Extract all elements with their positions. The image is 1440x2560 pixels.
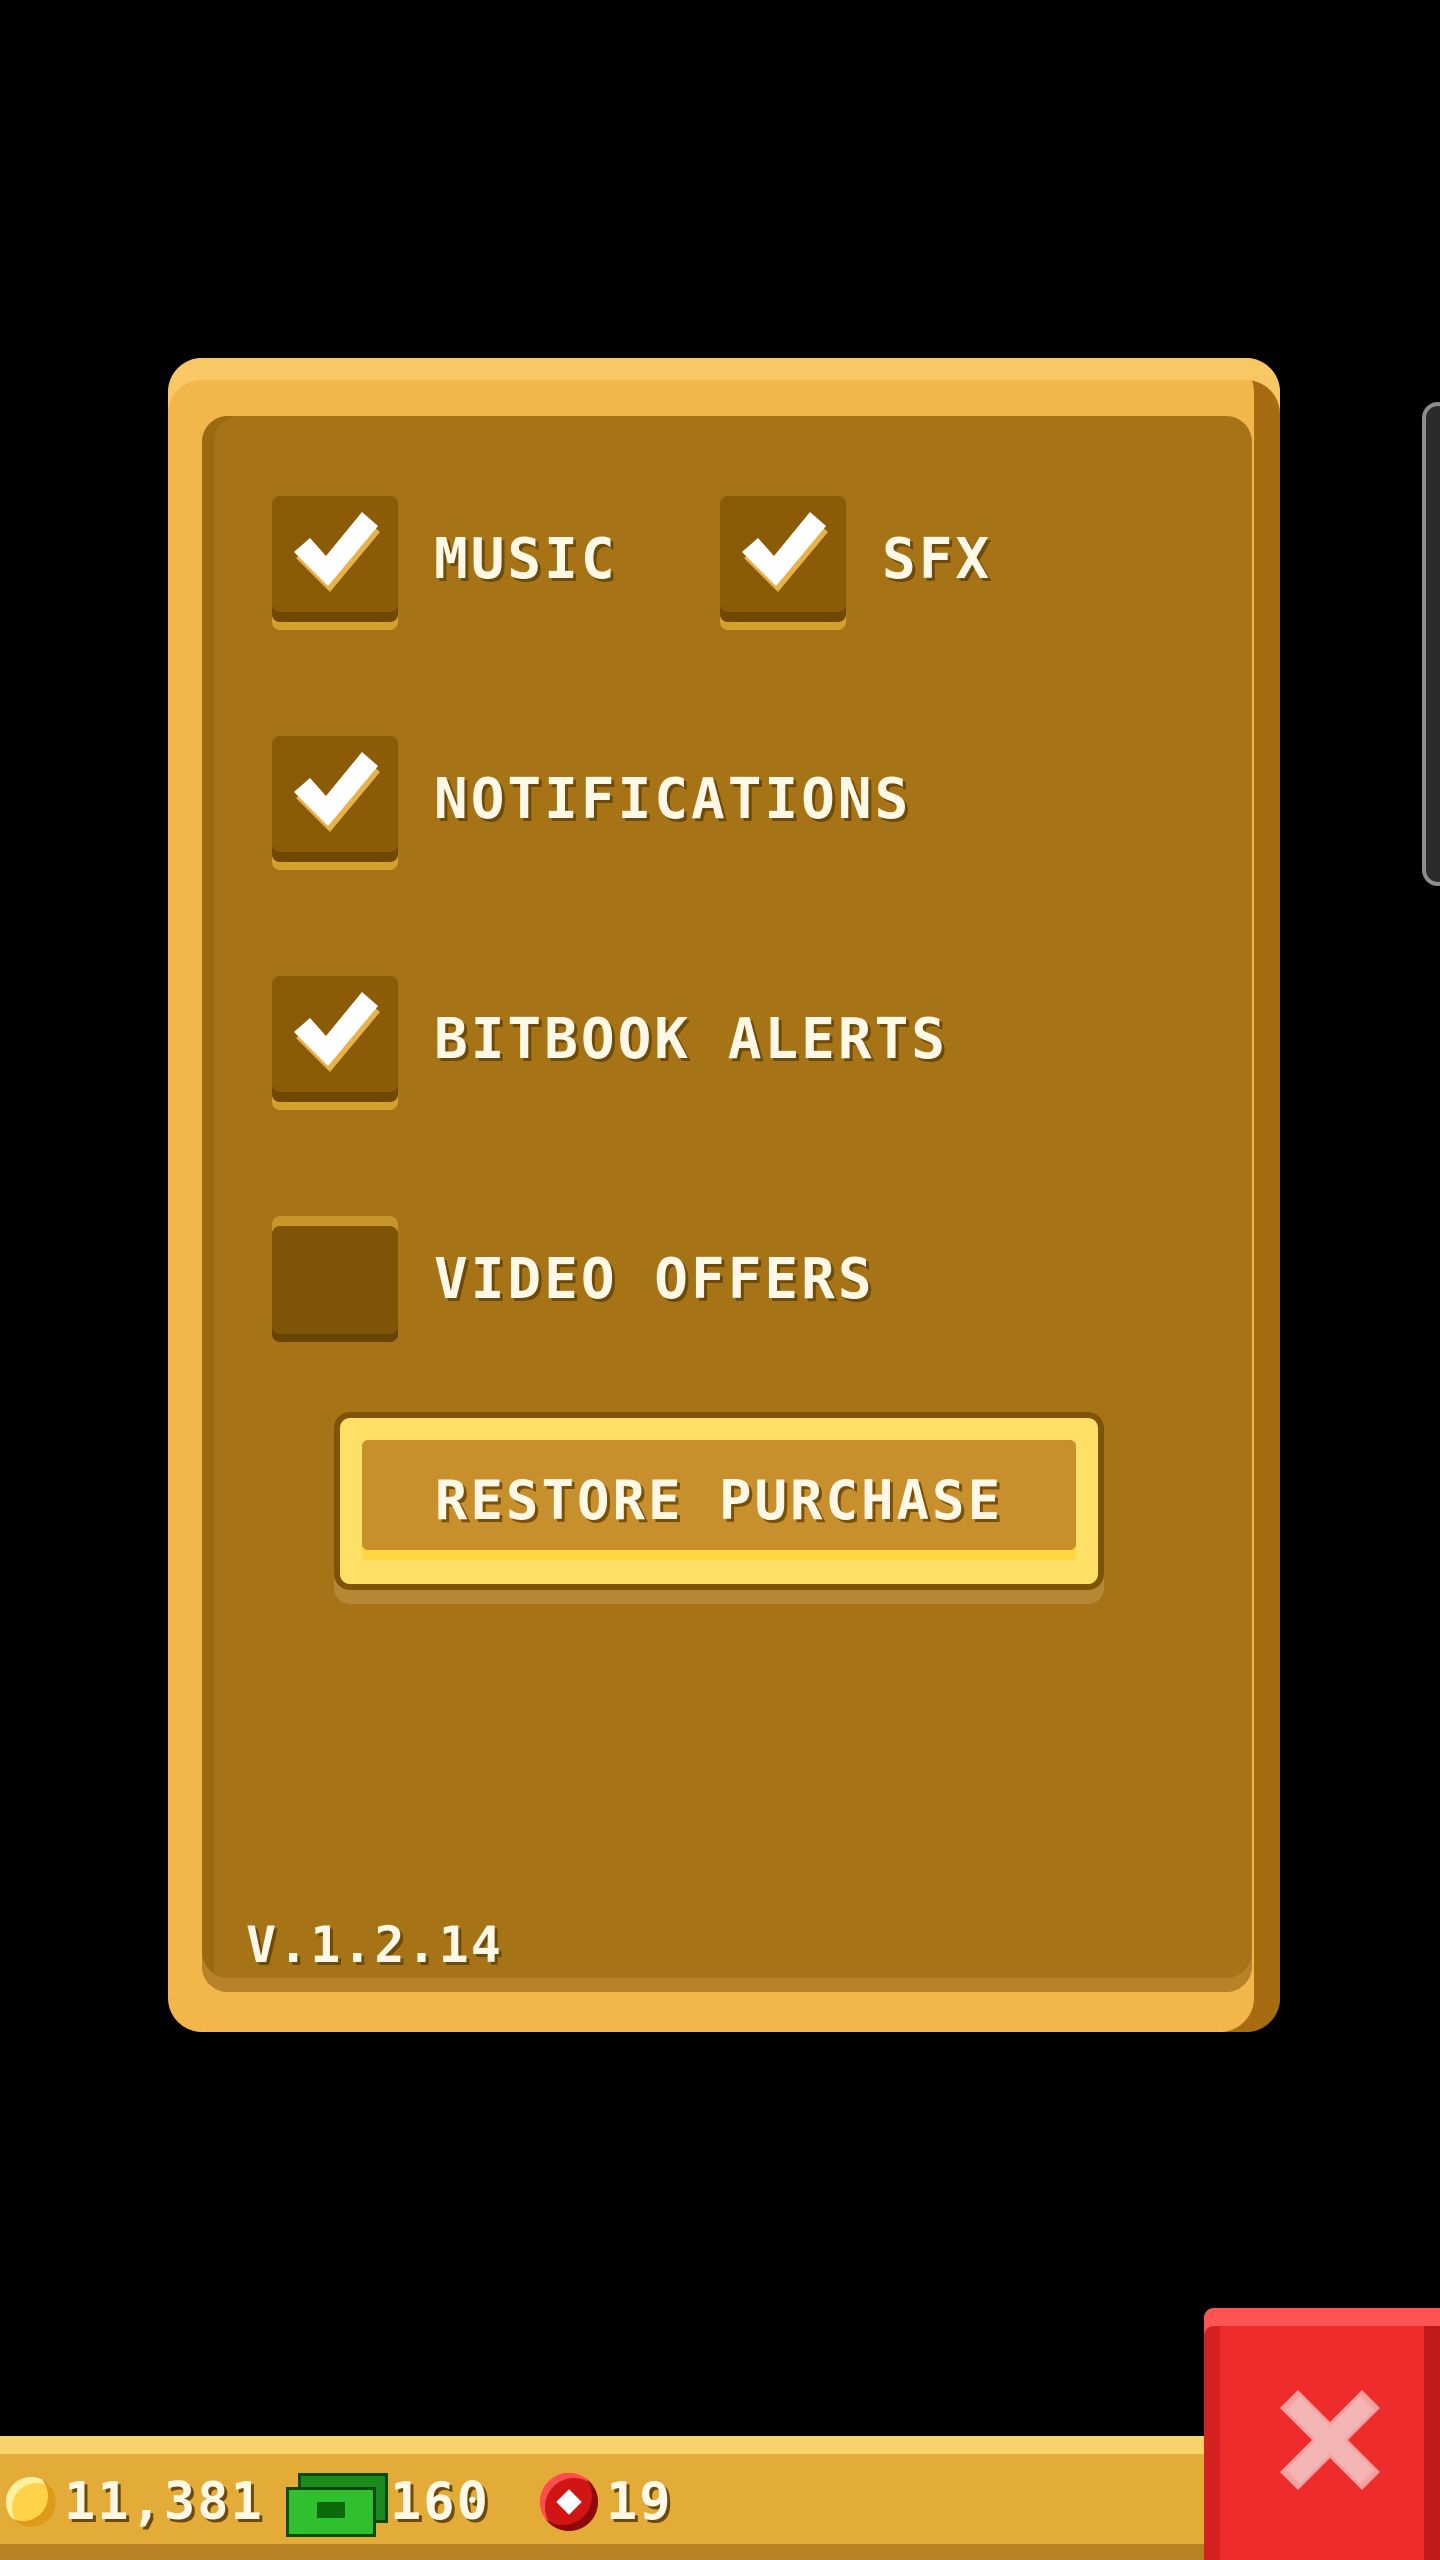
video-offers-checkbox[interactable]	[272, 1216, 398, 1342]
bux-counter: 160	[286, 2470, 490, 2537]
close-button[interactable]	[1204, 2308, 1440, 2560]
video-offers-label: VIDEO OFFERS	[434, 1246, 875, 1312]
music-label: MUSIC	[434, 526, 618, 592]
bitbook-alerts-checkbox[interactable]	[272, 976, 398, 1102]
restore-purchase-face: RESTORE PURCHASE	[362, 1440, 1076, 1560]
notifications-option[interactable]: NOTIFICATIONS	[272, 736, 911, 862]
video-offers-option[interactable]: VIDEO OFFERS	[272, 1216, 875, 1342]
sfx-option[interactable]: SFX	[720, 496, 992, 622]
notifications-checkbox[interactable]	[272, 736, 398, 862]
restore-purchase-button[interactable]: RESTORE PURCHASE	[340, 1418, 1098, 1584]
sfx-label: SFX	[882, 526, 993, 592]
restore-purchase-label: RESTORE PURCHASE	[434, 1468, 1004, 1532]
music-checkbox[interactable]	[272, 496, 398, 622]
gems-counter: 19	[540, 2470, 673, 2534]
settings-panel-inner	[202, 416, 1252, 1992]
music-option[interactable]: MUSIC	[272, 496, 618, 622]
bitbook-alerts-label: BITBOOK ALERTS	[434, 1006, 949, 1072]
side-scroll-handle[interactable]	[1422, 402, 1440, 886]
checkmark-icon	[294, 752, 380, 832]
coins-value: 11,381	[64, 2472, 264, 2532]
settings-screen: MUSIC SFX NOTIFICATIONS BITBOOK ALERTS V…	[0, 0, 1440, 2560]
checkmark-icon	[742, 512, 828, 592]
coins-counter: 11,381	[6, 2470, 264, 2534]
bux-icon	[286, 2473, 388, 2537]
sfx-checkbox[interactable]	[720, 496, 846, 622]
bitbook-alerts-option[interactable]: BITBOOK ALERTS	[272, 976, 948, 1102]
notifications-label: NOTIFICATIONS	[434, 766, 912, 832]
coin-icon	[6, 2477, 56, 2527]
version-label: V.1.2.14	[246, 1916, 503, 1974]
gems-value: 19	[606, 2472, 673, 2532]
checkmark-icon	[294, 992, 380, 1072]
bux-value: 160	[390, 2472, 490, 2532]
checkmark-icon	[294, 512, 380, 592]
gem-icon	[540, 2473, 598, 2531]
close-icon	[1280, 2390, 1380, 2490]
